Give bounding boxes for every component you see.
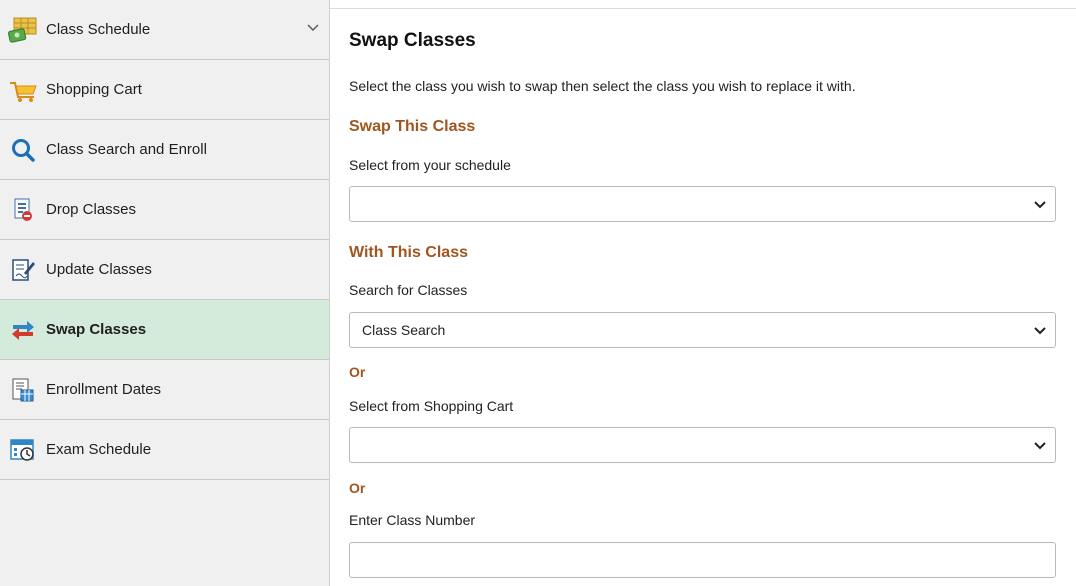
shopping-cart-select-label: Select from Shopping Cart [349,398,514,414]
sidebar-item-update-classes[interactable]: Update Classes [0,240,329,300]
sidebar-item-label: Shopping Cart [46,81,142,98]
shopping-cart-select[interactable] [349,427,1056,463]
swap-this-class-heading: Swap This Class [349,118,476,135]
enrollment-dates-icon [8,375,38,405]
instructions-text: Select the class you wish to swap then s… [349,78,856,94]
or-separator: Or [349,480,366,496]
schedule-select[interactable] [349,186,1056,222]
sidebar-item-label: Drop Classes [46,201,137,218]
sidebar-item-label: Class Schedule [46,21,151,38]
chevron-down-icon [1034,201,1046,209]
class-search-select-value: Class Search [362,322,446,338]
chevron-down-icon [1034,442,1046,450]
drop-classes-icon [8,195,38,225]
class-number-input[interactable] [349,542,1056,578]
sidebar-item-label: Swap Classes [46,321,147,338]
sidebar-item-shopping-cart[interactable]: Shopping Cart [0,60,329,120]
search-classes-label: Search for Classes [349,282,468,298]
sidebar-item-label: Class Search and Enroll [46,141,207,158]
exam-schedule-icon [8,435,38,465]
sidebar-item-exam-schedule[interactable]: Exam Schedule [0,420,329,480]
shopping-cart-icon [8,75,38,105]
sidebar-item-label: Enrollment Dates [46,381,162,398]
top-divider [330,8,1076,9]
sidebar-item-drop-classes[interactable]: Drop Classes [0,180,329,240]
class-schedule-icon [8,15,38,45]
chevron-down-icon[interactable] [305,20,321,36]
sidebar-item-class-schedule[interactable]: Class Schedule [0,0,329,60]
with-this-class-heading: With This Class [349,244,468,261]
or-separator: Or [349,364,366,380]
update-classes-icon [8,255,38,285]
chevron-down-icon [1034,327,1046,335]
sidebar: Class Schedule Shopping Cart Class Searc… [0,0,330,586]
sidebar-item-label: Exam Schedule [46,441,152,458]
sidebar-item-label: Update Classes [46,261,152,278]
class-search-select[interactable]: Class Search [349,312,1056,348]
sidebar-item-swap-classes[interactable]: Swap Classes [0,300,329,360]
page-title: Swap Classes [349,30,476,51]
schedule-select-label: Select from your schedule [349,157,511,173]
swap-icon [8,315,38,345]
class-number-label: Enter Class Number [349,512,476,528]
search-icon [8,135,38,165]
sidebar-item-class-search[interactable]: Class Search and Enroll [0,120,329,180]
sidebar-item-enrollment-dates[interactable]: Enrollment Dates [0,360,329,420]
